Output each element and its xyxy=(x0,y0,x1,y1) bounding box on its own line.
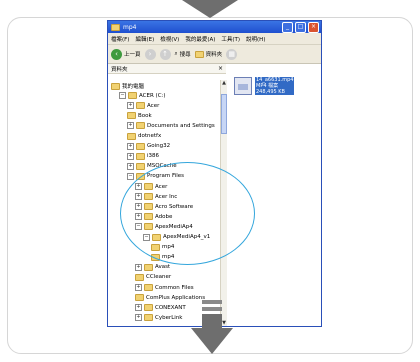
folder-icon xyxy=(111,23,120,31)
expand-toggle-icon[interactable]: + xyxy=(127,152,134,160)
up-folder-icon[interactable]: ↑ xyxy=(159,48,171,60)
folder-icon xyxy=(144,263,153,271)
back-arrow-icon: ‹ xyxy=(111,48,122,60)
expand-toggle-icon[interactable]: + xyxy=(135,304,142,312)
tree-item[interactable]: + Going32 xyxy=(127,142,171,150)
video-file-icon xyxy=(234,77,252,95)
tree-item-label: CCleaner xyxy=(146,274,172,281)
search-icon: ⌕ xyxy=(174,50,178,57)
folder-icon xyxy=(136,142,145,150)
tree-item[interactable]: dotnetfx xyxy=(127,132,162,140)
arrow-shaft xyxy=(202,314,222,328)
highlight-ellipse xyxy=(120,162,255,265)
folder-icon xyxy=(127,132,136,140)
tree-item[interactable]: + Avast xyxy=(135,263,171,271)
folder-icon xyxy=(128,92,137,100)
file-info: 14_a6631.mp4 MP4 檔案 248,495 KB xyxy=(255,77,295,95)
menu-favorites[interactable]: 我的最愛(A) xyxy=(185,35,215,43)
menu-help[interactable]: 說明(H) xyxy=(246,35,265,43)
forward-arrow-icon[interactable]: › xyxy=(144,48,156,60)
search-button[interactable]: ⌕ 搜尋 xyxy=(174,50,191,59)
tree-item[interactable]: 我的電腦 xyxy=(111,82,144,90)
tree-item[interactable]: − ACER (C:) xyxy=(119,92,166,100)
tree-item[interactable]: + CyberLink xyxy=(135,314,183,322)
folder-icon xyxy=(136,102,145,110)
window-title: mp4 xyxy=(123,23,137,31)
tree-item-label: CONEXANT xyxy=(155,304,186,311)
tree-item-label: dotnetfx xyxy=(138,133,162,139)
expand-toggle-icon[interactable]: − xyxy=(127,172,134,180)
menu-view[interactable]: 檢視(V) xyxy=(160,35,179,43)
folders-label: 資料夾 xyxy=(205,52,223,58)
down-arrow-top xyxy=(182,0,238,18)
arrow-head xyxy=(191,328,233,354)
toolbar: ‹ 上一頁 › ↑ ⌕ 搜尋 資料夾 ▦ xyxy=(108,45,321,64)
tree-item-label: Common Files xyxy=(155,284,194,291)
back-button[interactable]: ‹ 上一頁 xyxy=(111,48,141,60)
tree-item-label: ACER (C:) xyxy=(139,92,166,99)
close-button[interactable]: × xyxy=(308,21,319,33)
tree-item-label: Going32 xyxy=(147,143,171,150)
search-label: 搜尋 xyxy=(179,52,191,58)
file-size: 248,495 KB xyxy=(256,89,285,95)
tree-item-label: CyberLink xyxy=(155,314,183,321)
expand-toggle-icon[interactable]: + xyxy=(135,263,142,271)
scroll-thumb[interactable] xyxy=(221,94,227,134)
tree-item-label: Acer xyxy=(147,102,160,109)
expand-toggle-icon[interactable]: + xyxy=(135,284,142,291)
folder-icon xyxy=(127,112,136,120)
folder-icon xyxy=(144,304,153,312)
expand-toggle-icon[interactable]: + xyxy=(127,122,134,130)
tree-item[interactable]: CCleaner xyxy=(135,273,172,281)
maximize-button[interactable]: □ xyxy=(295,21,306,33)
arrow-stripe xyxy=(202,300,222,304)
minimize-button[interactable]: _ xyxy=(282,21,293,33)
tree-item[interactable]: + Acer xyxy=(127,102,160,110)
tree-item-label: Book xyxy=(138,112,152,119)
tree-item-label: Documents and Settings xyxy=(147,122,215,129)
views-icon[interactable]: ▦ xyxy=(226,48,238,60)
expand-toggle-icon[interactable]: + xyxy=(127,142,134,150)
menu-bar: 檔案(F) 編輯(E) 檢視(V) 我的最愛(A) 工具(T) 說明(H) xyxy=(108,33,321,45)
expand-toggle-icon[interactable]: + xyxy=(135,314,142,322)
folders-button[interactable]: 資料夾 xyxy=(194,50,223,58)
folder-icon xyxy=(136,152,145,160)
expand-toggle-icon[interactable]: + xyxy=(127,162,134,170)
tree-item[interactable]: + Documents and Settings xyxy=(127,122,215,130)
expand-toggle-icon[interactable]: − xyxy=(119,92,126,100)
tree-item-label: Avast xyxy=(155,264,171,271)
folder-icon xyxy=(144,314,153,322)
expand-toggle-icon[interactable]: + xyxy=(127,102,134,110)
tree-item[interactable]: + i386 xyxy=(127,152,160,160)
tree-item-label: i386 xyxy=(147,153,160,160)
folder-icon xyxy=(135,294,144,302)
scroll-up-icon[interactable]: ▲ xyxy=(221,80,227,86)
title-bar[interactable]: mp4 _ □ × xyxy=(108,21,321,33)
tree-item-label: 我的電腦 xyxy=(122,84,145,90)
down-arrow-bottom xyxy=(191,300,233,362)
folder-icon xyxy=(144,284,153,291)
file-item[interactable]: 14_a6631.mp4 MP4 檔案 248,495 KB xyxy=(234,77,295,95)
tree-item[interactable]: + Common Files xyxy=(135,284,194,291)
folder-icon xyxy=(136,122,145,130)
menu-file[interactable]: 檔案(F) xyxy=(111,35,129,43)
folders-icon xyxy=(194,50,204,58)
arrow-stripe xyxy=(202,307,222,311)
tree-item[interactable]: + CONEXANT xyxy=(135,304,186,312)
tree-item[interactable]: Book xyxy=(127,112,152,120)
folder-icon xyxy=(136,162,145,170)
folder-icon xyxy=(135,273,144,281)
menu-tools[interactable]: 工具(T) xyxy=(221,35,240,43)
menu-edit[interactable]: 編輯(E) xyxy=(135,35,154,43)
folder-icon xyxy=(111,82,120,90)
back-label: 上一頁 xyxy=(124,52,141,58)
